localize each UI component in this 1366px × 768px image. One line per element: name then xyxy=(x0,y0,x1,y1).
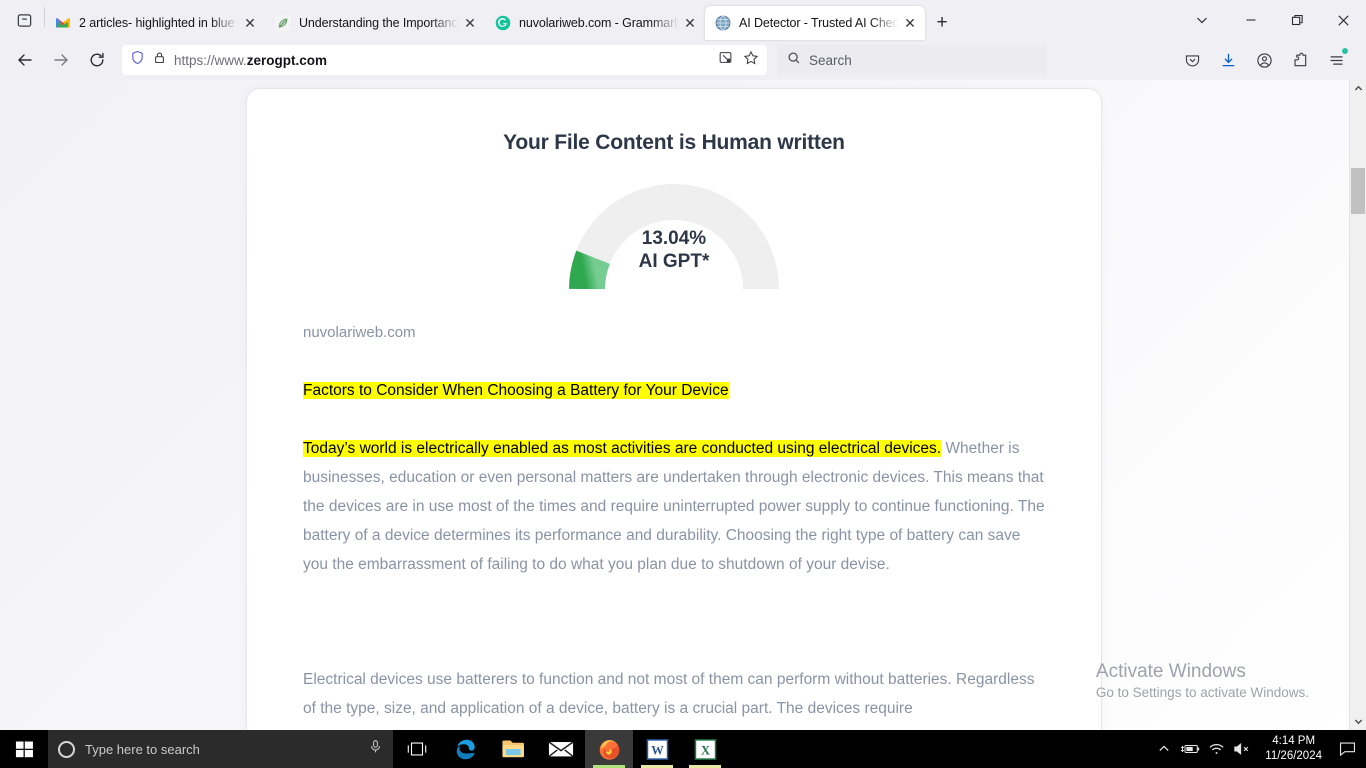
tab-3[interactable]: AI Detector - Trusted AI Checker ✕ xyxy=(705,6,925,40)
open-in-app-icon[interactable] xyxy=(718,50,733,70)
paragraph-1-rest: Whether is businesses, education or even… xyxy=(303,439,1045,573)
action-center-icon[interactable] xyxy=(1332,730,1362,768)
ai-score-gauge: 13.04% AI GPT* xyxy=(247,179,1101,291)
volume-muted-icon[interactable] xyxy=(1229,730,1255,768)
svg-text:X: X xyxy=(701,743,710,757)
page-viewport: Your File Content is Human written 13.04… xyxy=(0,80,1366,730)
tracking-protection-shield-icon[interactable] xyxy=(130,50,145,70)
downloads-icon[interactable] xyxy=(1212,44,1244,76)
scroll-up-arrow-icon[interactable] xyxy=(1350,80,1366,97)
tab-title: 2 articles- highlighted in blue - xyxy=(79,16,239,30)
search-bar[interactable]: Search xyxy=(777,45,1047,75)
list-all-tabs-chevron-icon[interactable] xyxy=(1176,0,1228,40)
file-explorer-icon[interactable] xyxy=(489,730,537,768)
tab-0[interactable]: 2 articles- highlighted in blue - ✕ xyxy=(45,6,265,40)
task-view-icon[interactable] xyxy=(393,730,441,768)
system-tray: 4:14 PM 11/26/2024 xyxy=(1151,730,1366,768)
save-to-pocket-icon[interactable] xyxy=(1176,44,1208,76)
bookmark-star-icon[interactable] xyxy=(743,50,759,71)
browser-window: 2 articles- highlighted in blue - ✕ Unde… xyxy=(0,0,1366,730)
taskbar-apps: W X xyxy=(393,730,729,768)
url-bar[interactable]: https://www.zerogpt.com xyxy=(122,45,767,75)
microsoft-word-icon[interactable]: W xyxy=(633,730,681,768)
lock-icon[interactable] xyxy=(153,51,166,69)
analyzed-heading: Factors to Consider When Choosing a Batt… xyxy=(303,379,1045,404)
clock-time: 4:14 PM xyxy=(1272,735,1316,747)
url-text: https://www.zerogpt.com xyxy=(174,52,328,68)
analyzed-content: nuvolariweb.com Factors to Consider When… xyxy=(247,321,1101,723)
microsoft-excel-icon[interactable]: X xyxy=(681,730,729,768)
new-tab-button[interactable]: + xyxy=(925,6,959,40)
vertical-scrollbar[interactable] xyxy=(1349,80,1366,730)
windows-start-icon[interactable] xyxy=(0,730,48,768)
globe-icon xyxy=(715,15,731,31)
tab-2[interactable]: nuvolariweb.com - Grammarly ✕ xyxy=(485,6,705,40)
taskbar-search[interactable]: Type here to search xyxy=(48,730,393,768)
extensions-icon[interactable] xyxy=(1284,44,1316,76)
scroll-down-arrow-icon[interactable] xyxy=(1350,713,1366,730)
tab-title: nuvolariweb.com - Grammarly xyxy=(519,16,679,30)
update-badge xyxy=(1342,48,1348,54)
tab-1[interactable]: Understanding the Importance o ✕ xyxy=(265,6,485,40)
tab-close-icon[interactable]: ✕ xyxy=(901,14,919,32)
wifi-icon[interactable] xyxy=(1203,730,1229,768)
minimize-button[interactable] xyxy=(1228,0,1274,40)
tab-title: Understanding the Importance o xyxy=(299,16,459,30)
navigation-toolbar: https://www.zerogpt.com Search xyxy=(0,40,1366,80)
search-placeholder: Search xyxy=(809,52,852,68)
watermark-title: Activate Windows xyxy=(1095,661,1246,683)
close-window-button[interactable] xyxy=(1320,0,1366,40)
battery-charging-icon[interactable] xyxy=(1177,730,1203,768)
gauge-percent: 13.04% xyxy=(641,228,707,249)
forward-button[interactable] xyxy=(44,44,78,76)
microsoft-edge-icon[interactable] xyxy=(441,730,489,768)
analyzed-paragraph-2: Electrical devices use batterers to func… xyxy=(303,670,1035,717)
tab-strip: 2 articles- highlighted in blue - ✕ Unde… xyxy=(0,0,1366,40)
list-all-tabs-left-icon[interactable] xyxy=(4,0,44,40)
show-hidden-icons-chevron-icon[interactable] xyxy=(1151,730,1177,768)
grammarly-icon xyxy=(495,15,511,31)
app-menu-icon[interactable] xyxy=(1320,44,1352,76)
tab-title: AI Detector - Trusted AI Checker xyxy=(739,16,899,30)
gauge-sublabel: AI GPT* xyxy=(638,251,710,273)
leaf-icon xyxy=(275,15,291,31)
maximize-restore-button[interactable] xyxy=(1274,0,1320,40)
highlighted-sentence: Today’s world is electrically enabled as… xyxy=(303,439,942,457)
taskbar-search-placeholder: Type here to search xyxy=(85,741,200,757)
result-card: Your File Content is Human written 13.04… xyxy=(246,88,1102,730)
analyzed-paragraph-1: Today’s world is electrically enabled as… xyxy=(303,434,1045,579)
windows-taskbar: Type here to search W X 4:14 PM 11/26/20… xyxy=(0,730,1366,768)
activate-windows-watermark: Activate Windows Go to Settings to activ… xyxy=(1096,659,1309,700)
mail-icon[interactable] xyxy=(537,730,585,768)
source-domain: nuvolariweb.com xyxy=(303,324,416,341)
toolbar-actions xyxy=(1176,44,1358,76)
tab-close-icon[interactable]: ✕ xyxy=(681,14,699,32)
result-title: Your File Content is Human written xyxy=(503,131,845,154)
microphone-icon[interactable] xyxy=(368,739,383,759)
account-icon[interactable] xyxy=(1248,44,1280,76)
scrollbar-thumb[interactable] xyxy=(1351,168,1365,214)
svg-text:W: W xyxy=(651,743,664,757)
window-controls xyxy=(1176,0,1366,40)
search-icon xyxy=(787,51,801,70)
tab-close-icon[interactable]: ✕ xyxy=(241,14,259,32)
cortana-circle-icon xyxy=(58,740,75,758)
clock-date: 11/26/2024 xyxy=(1265,750,1322,762)
watermark-subtitle: Go to Settings to activate Windows. xyxy=(1095,685,1309,700)
tabs-container: 2 articles- highlighted in blue - ✕ Unde… xyxy=(45,0,925,40)
tab-close-icon[interactable]: ✕ xyxy=(461,14,479,32)
taskbar-clock[interactable]: 4:14 PM 11/26/2024 xyxy=(1255,734,1332,764)
firefox-icon[interactable] xyxy=(585,730,633,768)
reload-button[interactable] xyxy=(80,44,114,76)
gmail-icon xyxy=(55,15,71,31)
gauge-readout: 13.04% AI GPT* xyxy=(574,227,774,273)
highlighted-heading-text: Factors to Consider When Choosing a Batt… xyxy=(303,382,729,399)
back-button[interactable] xyxy=(8,44,42,76)
